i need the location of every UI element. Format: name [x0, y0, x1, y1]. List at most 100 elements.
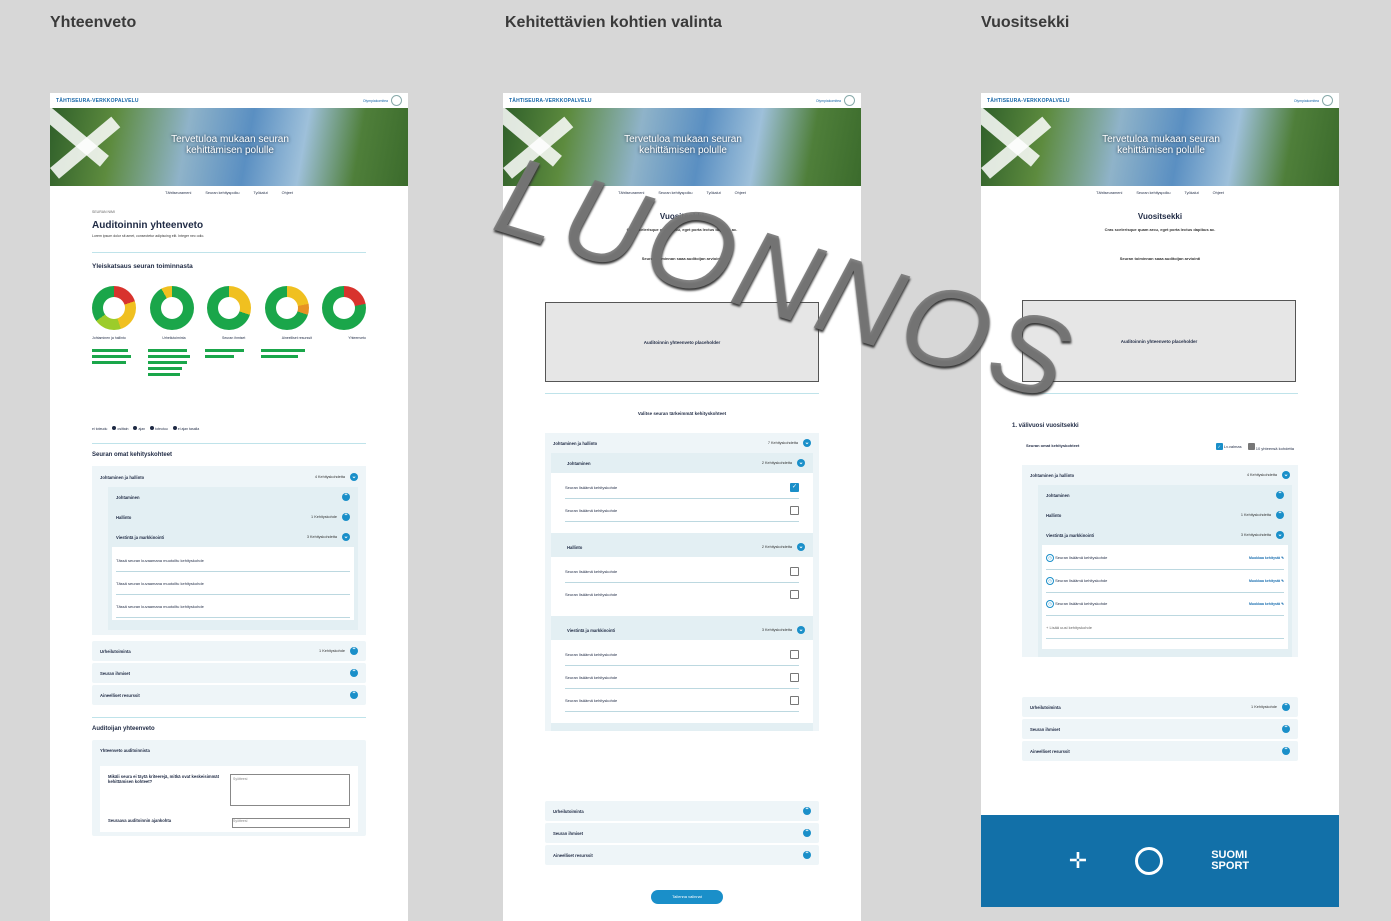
- yearcheck-item[interactable]: ◷ Seuran lisäämä kehityskohde Muokkaa keh…: [1046, 570, 1284, 593]
- profile-icon[interactable]: [1322, 95, 1333, 106]
- checkbox-checked[interactable]: ✓: [790, 482, 799, 492]
- hero-banner: Tervetuloa mukaan seuran kehittämisen po…: [50, 108, 408, 186]
- edit-link[interactable]: Muokkaa kehitystä: [1249, 602, 1280, 606]
- target-item[interactable]: Seuran lisäämä kehityskohde: [565, 499, 799, 522]
- nav-item[interactable]: Työkalut: [1185, 191, 1199, 195]
- nav-item[interactable]: Seuran kehityspolku: [1136, 191, 1170, 195]
- brand-logo[interactable]: TÄHTISEURA-VERKKOPALVELU: [987, 98, 1070, 104]
- accordion-johtaminen[interactable]: Johtaminen ⌃: [1038, 485, 1292, 505]
- chevron-up-icon[interactable]: ⌃: [1282, 747, 1290, 755]
- nav-item[interactable]: Tähtiseurameni: [1096, 191, 1122, 195]
- chevron-up-icon[interactable]: ⌃: [803, 807, 811, 815]
- brand-logo[interactable]: TÄHTISEURA-VERKKOPALVELU: [56, 98, 139, 104]
- accordion-urheilutoiminta[interactable]: Urheilutoiminta 1 Kehityskohde ⌃: [92, 641, 366, 661]
- accordion-hallinto[interactable]: Hallinto 1 Kehityskohdetta ⌃: [1038, 505, 1292, 525]
- pencil-icon[interactable]: ✎: [1281, 556, 1284, 560]
- accordion-urheilutoiminta[interactable]: Urheilutoiminta ⌃: [545, 801, 819, 821]
- auditor-date-field[interactable]: Syötteesi: [232, 818, 350, 828]
- accordion-seuran-ihmiset[interactable]: Seuran ihmiset ⌃: [92, 663, 366, 683]
- yearcheck-item[interactable]: ◷ Seuran lisäämä kehityskohde Muokkaa keh…: [1046, 593, 1284, 616]
- nav-item[interactable]: Tähtiseurameni: [165, 191, 191, 195]
- accordion-urheilutoiminta[interactable]: Urheilutoiminta 1 Kehityskohde ⌃: [1022, 697, 1298, 717]
- paralympic-logo-icon[interactable]: [1135, 847, 1164, 875]
- chevron-down-icon[interactable]: ⌄: [797, 543, 805, 551]
- target-item[interactable]: Seuran lisäämä kehityskohde: [565, 583, 799, 605]
- accordion-seuran-ihmiset[interactable]: Seuran ihmiset ⌃: [545, 823, 819, 843]
- chevron-down-icon[interactable]: ⌄: [342, 533, 350, 541]
- nav-item[interactable]: Ohjeet: [282, 191, 293, 195]
- accordion-aineelliset[interactable]: Aineelliset resurssit ⌃: [1022, 741, 1298, 761]
- accordion-johtaminen[interactable]: Johtaminen 2 Kehityskohdetta ⌄: [551, 453, 813, 473]
- chevron-up-icon[interactable]: ⌃: [342, 513, 350, 521]
- chevron-down-icon[interactable]: ⌄: [350, 473, 358, 481]
- nav-item[interactable]: Työkalut: [707, 191, 721, 195]
- target-item[interactable]: Seuran lisäämä kehityskohde: [565, 643, 799, 666]
- chevron-up-icon[interactable]: ⌃: [350, 647, 358, 655]
- target-item[interactable]: Seuran lisäämä kehityskohde: [565, 689, 799, 712]
- kicker: SEURAN NIMI: [92, 210, 115, 214]
- nav-item[interactable]: Seuran kehityspolku: [205, 191, 239, 195]
- chevron-up-icon[interactable]: ⌃: [803, 829, 811, 837]
- chevron-up-icon[interactable]: ⌃: [350, 669, 358, 677]
- chevron-down-icon[interactable]: ⌄: [803, 439, 811, 447]
- accordion-viestinta[interactable]: Viestintä ja markkinointi 3 Kehityskohdet…: [1038, 525, 1292, 545]
- chevron-up-icon[interactable]: ⌃: [1276, 511, 1284, 519]
- pencil-icon[interactable]: ✎: [1281, 579, 1284, 583]
- olympic-star-icon[interactable]: ✛: [1069, 848, 1087, 874]
- status-icon: ◷: [1046, 600, 1054, 608]
- page-title: Vuositsekki: [1137, 212, 1183, 221]
- nav-item[interactable]: Tähtiseurameni: [618, 191, 644, 195]
- chevron-down-icon[interactable]: ⌄: [797, 626, 805, 634]
- accordion-johtaminen-hallinto[interactable]: Johtaminen ja hallinto 4 Kehityskohdetta ⌄: [92, 467, 366, 487]
- accordion-johtaminen[interactable]: Johtaminen ⌃: [108, 487, 358, 507]
- checkbox[interactable]: [790, 695, 799, 705]
- category-label: Seuran ihmiset: [221, 336, 246, 340]
- edit-link[interactable]: Muokkaa kehitystä: [1249, 579, 1280, 583]
- chevron-up-icon[interactable]: ⌃: [350, 691, 358, 699]
- chevron-down-icon[interactable]: ⌄: [1276, 531, 1284, 539]
- chevron-up-icon[interactable]: ⌃: [342, 493, 350, 501]
- chevron-up-icon[interactable]: ⌃: [1276, 491, 1284, 499]
- chevron-up-icon[interactable]: ⌃: [1282, 703, 1290, 711]
- chevron-down-icon[interactable]: ⌄: [1282, 471, 1290, 479]
- brand-logo[interactable]: TÄHTISEURA-VERKKOPALVELU: [509, 98, 592, 104]
- checkbox[interactable]: [790, 589, 799, 599]
- accordion-viestinta[interactable]: Viestintä ja markkinointi 3 Kehityskohdet…: [108, 527, 358, 547]
- add-target-link[interactable]: + Lisää uusi kehityskohde: [1046, 616, 1284, 639]
- chevron-down-icon[interactable]: ⌄: [797, 459, 805, 467]
- hero-title: Tervetuloa mukaan seuran kehittämisen po…: [1102, 134, 1220, 156]
- target-item[interactable]: Seuran lisäämä kehityskohde: [565, 560, 799, 583]
- donut-chart: [149, 286, 194, 330]
- accordion-hallinto[interactable]: Hallinto 1 Kehityskohde ⌃: [108, 507, 358, 527]
- nav-item[interactable]: Ohjeet: [735, 191, 746, 195]
- accordion-aineelliset[interactable]: Aineelliset resurssit ⌃: [92, 685, 366, 705]
- checkbox[interactable]: [790, 672, 799, 682]
- profile-icon[interactable]: [391, 95, 402, 106]
- accordion-hallinto[interactable]: Hallinto 2 Kehityskohdetta ⌄: [551, 537, 813, 557]
- category-label: Johtaminen ja hallinto: [92, 336, 126, 340]
- chevron-up-icon[interactable]: ⌃: [803, 851, 811, 859]
- edit-link[interactable]: Muokkaa kehitystä: [1249, 556, 1280, 560]
- pencil-icon[interactable]: ✎: [1281, 602, 1284, 606]
- checkbox[interactable]: [790, 505, 799, 515]
- profile-icon[interactable]: [844, 95, 855, 106]
- target-item[interactable]: Seuran lisäämä kehityskohde: [565, 666, 799, 689]
- suomisport-logo[interactable]: SUOMI SPORT: [1211, 850, 1251, 872]
- chevron-up-icon[interactable]: ⌃: [1282, 725, 1290, 733]
- checkbox[interactable]: [790, 649, 799, 659]
- accordion-johtaminen-hallinto[interactable]: Johtaminen ja hallinto 4 Kehityskohdetta ⌄: [1022, 465, 1298, 485]
- save-selections-button[interactable]: Tallenna valinnat: [651, 890, 723, 904]
- nav-item[interactable]: Ohjeet: [1213, 191, 1224, 195]
- target-item[interactable]: Seuran lisäämä kehityskohde ✓: [565, 476, 799, 499]
- accordion-johtaminen-hallinto[interactable]: Johtaminen ja hallinto 7 Kehityskohdetta ⌄: [545, 433, 819, 453]
- accordion-seuran-ihmiset[interactable]: Seuran ihmiset ⌃: [1022, 719, 1298, 739]
- filter-done-checkbox[interactable]: ✓: [1215, 443, 1223, 450]
- accordion-aineelliset[interactable]: Aineelliset resurssit ⌃: [545, 845, 819, 865]
- filter-all-checkbox[interactable]: [1247, 443, 1255, 450]
- nav-item[interactable]: Työkalut: [254, 191, 268, 195]
- checkbox[interactable]: [790, 566, 799, 576]
- nav-item[interactable]: Seuran kehityspolku: [658, 191, 692, 195]
- auditor-textarea[interactable]: Syötteesi: [230, 774, 350, 806]
- yearcheck-item[interactable]: ◷ Seuran lisäämä kehityskohde Muokkaa keh…: [1046, 547, 1284, 570]
- accordion-viestinta[interactable]: Viestintä ja markkinointi 3 Kehityskohdet…: [551, 620, 813, 640]
